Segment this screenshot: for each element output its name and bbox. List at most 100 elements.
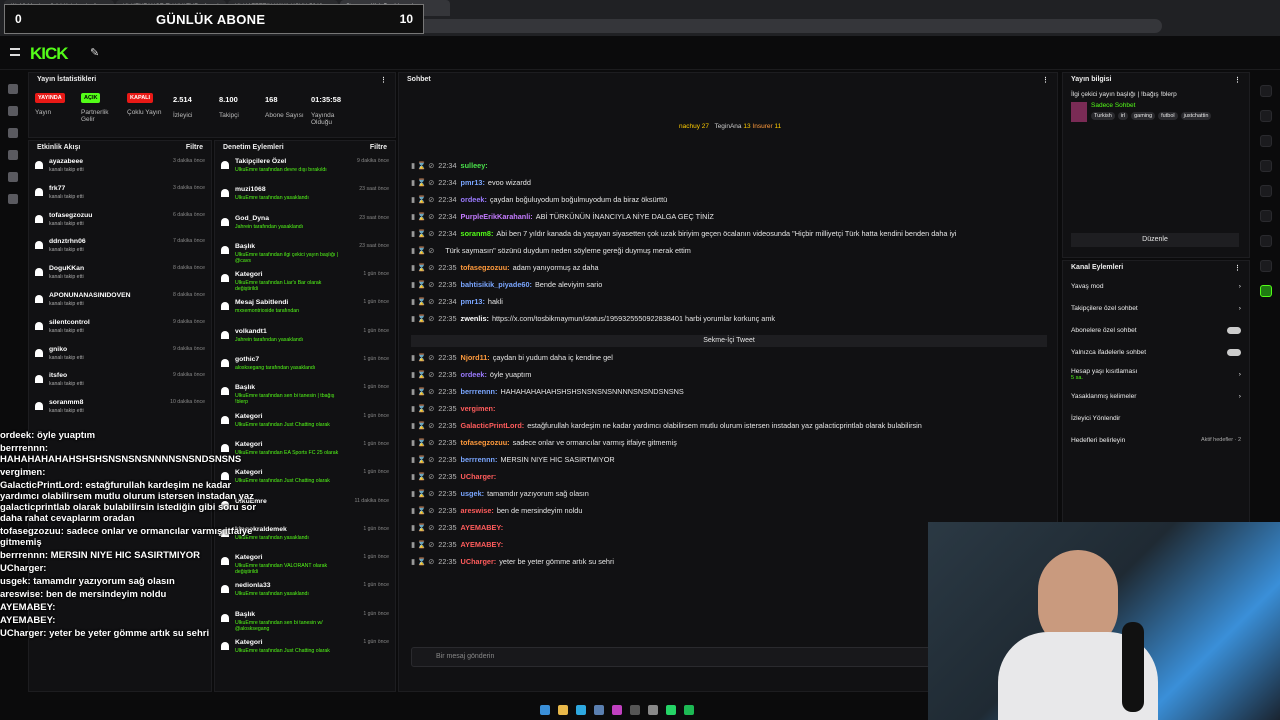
channel-action-row[interactable]: Hedefleri belirleyin Aktif hedefler · 2 xyxy=(1063,429,1249,451)
chat-username[interactable]: bahtisikik_piyade60: xyxy=(461,280,532,289)
channel-action-row[interactable]: Yavaş mod › xyxy=(1063,275,1249,297)
activity-row[interactable]: tofasegzozuu kanalı takip etti 6 dakika ön… xyxy=(29,209,211,236)
mod-actions-icon[interactable]: ▮ ⌛ ⊘ xyxy=(411,178,434,187)
rail-icon[interactable] xyxy=(1260,185,1272,197)
rail-icon[interactable] xyxy=(1260,210,1272,222)
chat-message[interactable]: ▮ ⌛ ⊘ 22:35 tofasegzozuu: sadece onlar ve o… xyxy=(399,438,1049,455)
channel-action-row[interactable]: Hesap yaşı kısıtlaması 5 sa. › xyxy=(1063,363,1249,385)
channel-action-row[interactable]: Abonelere özel sohbet xyxy=(1063,319,1249,341)
tag-chip[interactable]: irl xyxy=(1117,112,1129,120)
mod-actions-icon[interactable]: ▮ ⌛ ⊘ xyxy=(411,195,434,204)
spotify-icon[interactable] xyxy=(684,705,694,715)
whatsapp-icon[interactable] xyxy=(666,705,676,715)
rail-icon[interactable] xyxy=(1260,160,1272,172)
activity-row[interactable]: ddnztrhn06 kanalı takip etti 7 dakika önce xyxy=(29,235,211,262)
settings-icon[interactable] xyxy=(8,194,18,204)
activity-row[interactable]: ayazabeee kanalı takip etti 3 dakika önce xyxy=(29,155,211,182)
mod-actions-icon[interactable]: ▮ ⌛ ⊘ xyxy=(411,280,434,289)
chat-message[interactable]: ▮ ⌛ ⊘ 22:35 Njord11: çaydan bi yudum daha i… xyxy=(399,353,1049,370)
mod-actions-icon[interactable]: ▮ ⌛ ⊘ xyxy=(411,387,434,396)
kick-logo[interactable]: KICK xyxy=(30,44,69,64)
rail-icon[interactable] xyxy=(1260,110,1272,122)
chat-username[interactable]: zwenlis: xyxy=(461,314,489,323)
channel-action-row[interactable]: Yasaklanmış kelimeler › xyxy=(1063,385,1249,407)
moderation-row[interactable]: gothic7 alosksegang tarafından yasaklandı… xyxy=(215,353,395,381)
rail-icon[interactable] xyxy=(1260,135,1272,147)
stream-icon[interactable] xyxy=(8,84,18,94)
tag-chip[interactable]: Turkish xyxy=(1091,112,1115,120)
chat-message[interactable]: ▮ ⌛ ⊘ 22:35 UCharger: xyxy=(399,472,1049,489)
chat-message[interactable]: ▮ ⌛ ⊘ 22:34 pmr13: hakli xyxy=(399,297,1049,314)
chat-message[interactable]: ▮ ⌛ ⊘ 22:34 sulleey: xyxy=(399,161,1049,178)
channel-action-row[interactable]: Takipçilere özel sohbet › xyxy=(1063,297,1249,319)
more-icon[interactable]: ⋮ xyxy=(1234,76,1241,84)
chat-username[interactable]: Njord11: xyxy=(461,353,490,362)
chat-message[interactable]: ▮ ⌛ ⊘ Türk saymasın" sözünü duydum neden … xyxy=(399,246,1049,263)
moderation-row[interactable]: God_Dyna Jahrein tarafından yasaklandı 23 … xyxy=(215,212,395,240)
app-icon[interactable] xyxy=(612,705,622,715)
mod-actions-icon[interactable]: ▮ ⌛ ⊘ xyxy=(411,161,434,170)
obs-icon[interactable] xyxy=(630,705,640,715)
moderation-row[interactable]: muzi1068 UlkuEmre tarafından yasaklandı 23… xyxy=(215,183,395,211)
chat-username[interactable]: UCharger: xyxy=(461,472,497,481)
edit-button[interactable]: Düzenle xyxy=(1071,233,1239,247)
chat-username[interactable]: berrrennn: xyxy=(461,455,498,464)
chat-message[interactable]: ▮ ⌛ ⊘ 22:34 soranm8: Abi ben 7 yıldır kanad… xyxy=(399,229,1049,246)
mod-actions-icon[interactable]: ▮ ⌛ ⊘ xyxy=(411,455,434,464)
tag-chip[interactable]: futbol xyxy=(1158,112,1178,120)
activity-row[interactable]: DoguKKan kanalı takip etti 8 dakika önce xyxy=(29,262,211,289)
chat-username[interactable]: tofasegzozuu: xyxy=(461,438,510,447)
chat-username[interactable]: sulleey: xyxy=(461,161,488,170)
activity-row[interactable]: APONUNANASINIDOVEN kanalı takip etti 8 dak… xyxy=(29,289,211,316)
moderation-row[interactable]: Mesaj Sabitlendi mxxemontrioxide tarafınd… xyxy=(215,296,395,324)
mod-actions-icon[interactable]: ▮ ⌛ ⊘ xyxy=(411,523,434,532)
mod-actions-icon[interactable]: ▮ ⌛ ⊘ xyxy=(411,540,434,549)
mod-actions-icon[interactable]: ▮ ⌛ ⊘ xyxy=(411,506,434,515)
chat-message[interactable]: ▮ ⌛ ⊘ 22:35 GalacticPrintLord: estağfurulla… xyxy=(399,421,1049,438)
moderation-filter[interactable]: Filtre xyxy=(370,144,387,152)
more-icon[interactable]: ⋮ xyxy=(1234,264,1241,272)
mod-actions-icon[interactable]: ▮ ⌛ ⊘ xyxy=(411,472,434,481)
activity-row[interactable]: frk77 kanalı takip etti 3 dakika önce xyxy=(29,182,211,209)
chat-message[interactable]: ▮ ⌛ ⊘ 22:35 vergimen: xyxy=(399,404,1049,421)
chat-username[interactable]: GalacticPrintLord: xyxy=(461,421,525,430)
chat-message[interactable]: ▮ ⌛ ⊘ 22:35 areswise: ben de mersindeyim no… xyxy=(399,506,1049,523)
steam-icon[interactable] xyxy=(594,705,604,715)
chat-message[interactable]: ▮ ⌛ ⊘ 22:35 zwenlis: https://x.com/tosbikma… xyxy=(399,314,1049,331)
tag-chip[interactable]: gaming xyxy=(1131,112,1156,120)
chat-message[interactable]: ▮ ⌛ ⊘ 22:35 bahtisikik_piyade60: Bende alev… xyxy=(399,280,1049,297)
mod-actions-icon[interactable]: ▮ ⌛ ⊘ xyxy=(411,212,434,221)
edge-icon[interactable] xyxy=(576,705,586,715)
chat-username[interactable]: berrrennn: xyxy=(461,387,498,396)
rail-icon[interactable] xyxy=(1260,260,1272,272)
mod-actions-icon[interactable]: ▮ ⌛ ⊘ xyxy=(411,297,434,306)
chat-username[interactable]: tofasegzozuu: xyxy=(461,263,510,272)
mod-actions-icon[interactable]: ▮ ⌛ ⊘ xyxy=(411,229,434,238)
moderation-row[interactable]: volkandt1 Jahrein tarafından yasaklandı 1 … xyxy=(215,325,395,353)
chat-username[interactable]: areswise: xyxy=(461,506,494,515)
mod-actions-icon[interactable]: ▮ ⌛ ⊘ xyxy=(411,263,434,272)
pencil-icon[interactable]: ✎ xyxy=(90,46,99,59)
chat-username[interactable]: AYEMABEY: xyxy=(461,523,504,532)
channel-action-row[interactable]: Yalnızca ifadelerle sohbet xyxy=(1063,341,1249,363)
mod-actions-icon[interactable]: ▮ ⌛ ⊘ xyxy=(411,557,434,566)
mod-actions-icon[interactable]: ▮ ⌛ ⊘ xyxy=(411,246,434,255)
more-icon[interactable]: ⋮ xyxy=(1042,76,1049,84)
folder-icon[interactable] xyxy=(558,705,568,715)
tweet-bar[interactable]: Sekme-İçi Tweet xyxy=(411,335,1047,347)
chat-username[interactable]: soranm8: xyxy=(461,229,494,238)
rail-icon[interactable] xyxy=(1260,85,1272,97)
trophy-icon[interactable] xyxy=(8,128,18,138)
mod-actions-icon[interactable]: ▮ ⌛ ⊘ xyxy=(411,314,434,323)
chat-message[interactable]: ▮ ⌛ ⊘ 22:35 ordeek: öyle yuaptım xyxy=(399,370,1049,387)
app-icon[interactable] xyxy=(648,705,658,715)
chat-message[interactable]: ▮ ⌛ ⊘ 22:35 tofasegzozuu: adam yanıyormuş a… xyxy=(399,263,1049,280)
activity-row[interactable]: soranmm8 kanalı takip etti 10 dakika önce xyxy=(29,396,211,423)
activity-filter[interactable]: Filtre xyxy=(186,144,203,152)
activity-row[interactable]: silentcontrol kanalı takip etti 9 dakika ö… xyxy=(29,316,211,343)
chat-message[interactable]: ▮ ⌛ ⊘ 22:34 ordeek: çaydan boğuluyodum boğu… xyxy=(399,195,1049,212)
mod-actions-icon[interactable]: ▮ ⌛ ⊘ xyxy=(411,421,434,430)
mod-actions-icon[interactable]: ▮ ⌛ ⊘ xyxy=(411,489,434,498)
mod-actions-icon[interactable]: ▮ ⌛ ⊘ xyxy=(411,404,434,413)
activity-row[interactable]: itsfeo kanalı takip etti 9 dakika önce xyxy=(29,369,211,396)
